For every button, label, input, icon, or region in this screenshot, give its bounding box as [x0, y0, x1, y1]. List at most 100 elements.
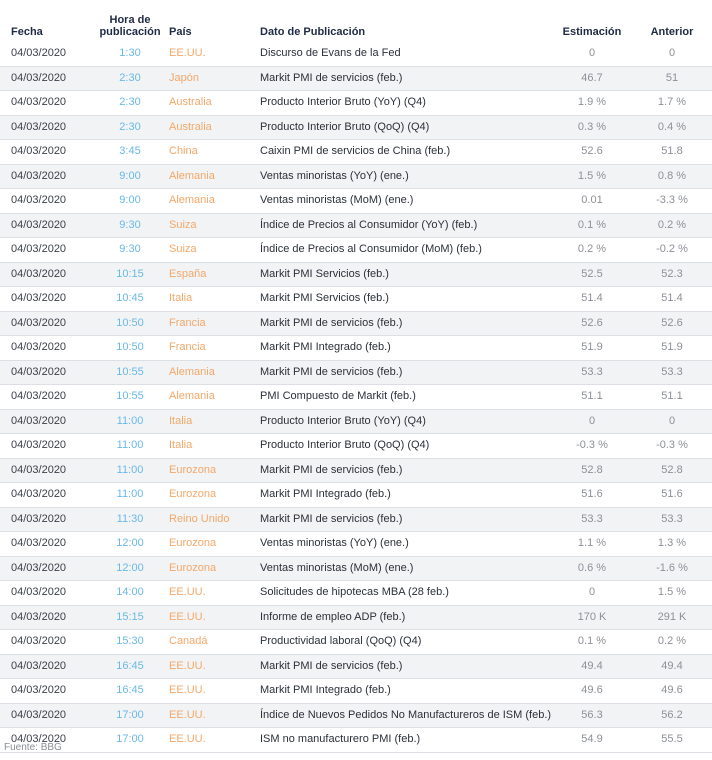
cell-previous: -1.6 % [632, 556, 712, 581]
cell-date: 04/03/2020 [0, 66, 93, 91]
cell-estimate: 0 [552, 409, 632, 434]
cell-date: 04/03/2020 [0, 42, 93, 67]
header-time-line1: Hora de [109, 14, 151, 26]
cell-country: Alemania [167, 384, 260, 410]
cell-event: Producto Interior Bruto (YoY) (Q4) [260, 409, 552, 434]
cell-estimate: -0.3 % [552, 433, 632, 459]
cell-time: 15:30 [93, 629, 167, 655]
table-row: 04/03/2020 12:00 Eurozona Ventas minoristas… [0, 556, 712, 581]
cell-country: Francia [167, 311, 260, 336]
table-row: 04/03/2020 10:55 Alemania Markit PMI de ser… [0, 360, 712, 385]
cell-date: 04/03/2020 [0, 409, 93, 434]
cell-country: Italia [167, 409, 260, 434]
cell-event: Markit PMI de servicios (feb.) [260, 654, 552, 679]
table-row: 04/03/2020 17:00 EE.UU. Índice de Nuevos Pe… [0, 703, 712, 728]
cell-country: Australia [167, 90, 260, 116]
cell-estimate: 49.6 [552, 678, 632, 704]
cell-time: 11:30 [93, 507, 167, 532]
cell-country: Italia [167, 286, 260, 312]
cell-event: Ventas minoristas (YoY) (ene.) [260, 164, 552, 189]
cell-country: Eurozona [167, 482, 260, 508]
cell-previous: 49.4 [632, 654, 712, 679]
cell-date: 04/03/2020 [0, 384, 93, 410]
cell-event: Markit PMI de servicios (feb.) [260, 311, 552, 336]
cell-date: 04/03/2020 [0, 311, 93, 336]
table-row: 04/03/2020 12:00 Eurozona Ventas minoristas… [0, 531, 712, 557]
cell-previous: 1.7 % [632, 90, 712, 116]
table-row: 04/03/2020 9:00 Alemania Ventas minoristas … [0, 188, 712, 214]
cell-estimate: 0.01 [552, 188, 632, 214]
cell-estimate: 0.6 % [552, 556, 632, 581]
cell-previous: 52.6 [632, 311, 712, 336]
table-row: 04/03/2020 1:30 EE.UU. Discurso de Evans de… [0, 42, 712, 67]
cell-previous: -0.2 % [632, 237, 712, 263]
cell-previous: 0.2 % [632, 213, 712, 238]
cell-date: 04/03/2020 [0, 482, 93, 508]
cell-estimate: 0.2 % [552, 237, 632, 263]
cell-time: 16:45 [93, 654, 167, 679]
cell-estimate: 56.3 [552, 703, 632, 728]
cell-time: 10:15 [93, 262, 167, 287]
cell-date: 04/03/2020 [0, 286, 93, 312]
table-row: 04/03/2020 10:50 Francia Markit PMI de serv… [0, 311, 712, 336]
cell-previous: 51.1 [632, 384, 712, 410]
cell-country: Japón [167, 66, 260, 91]
cell-estimate: 1.5 % [552, 164, 632, 189]
cell-estimate: 0.1 % [552, 629, 632, 655]
cell-previous: 1.5 % [632, 580, 712, 606]
economic-calendar: Fecha Hora de publicación País Dato de P… [0, 0, 712, 753]
cell-previous: 55.5 [632, 727, 712, 753]
cell-estimate: 170 K [552, 605, 632, 630]
cell-time: 12:00 [93, 556, 167, 581]
table-row: 04/03/2020 10:15 España Markit PMI Servicio… [0, 262, 712, 287]
cell-date: 04/03/2020 [0, 360, 93, 385]
cell-time: 9:30 [93, 213, 167, 238]
cell-time: 15:15 [93, 605, 167, 630]
cell-time: 16:45 [93, 678, 167, 704]
cell-time: 14:00 [93, 580, 167, 606]
header-event: Dato de Publicación [260, 26, 366, 38]
table-row: 04/03/2020 15:15 EE.UU. Informe de empleo A… [0, 605, 712, 630]
cell-time: 11:00 [93, 482, 167, 508]
cell-estimate: 51.1 [552, 384, 632, 410]
cell-time: 10:50 [93, 311, 167, 336]
cell-date: 04/03/2020 [0, 678, 93, 704]
cell-country: Francia [167, 335, 260, 361]
table-row: 04/03/2020 11:00 Eurozona Markit PMI Integr… [0, 482, 712, 508]
cell-estimate: 52.8 [552, 458, 632, 483]
cell-estimate: 53.3 [552, 360, 632, 385]
table-row: 04/03/2020 15:30 Canadá Productividad labor… [0, 629, 712, 655]
cell-date: 04/03/2020 [0, 556, 93, 581]
table-row: 04/03/2020 16:45 EE.UU. Markit PMI de servi… [0, 654, 712, 679]
cell-estimate: 0 [552, 42, 632, 67]
cell-time: 10:50 [93, 335, 167, 361]
cell-time: 10:55 [93, 360, 167, 385]
cell-event: Caixin PMI de servicios de China (feb.) [260, 139, 552, 165]
cell-country: EE.UU. [167, 654, 260, 679]
cell-event: Markit PMI de servicios (feb.) [260, 66, 552, 91]
cell-previous: 51 [632, 66, 712, 91]
cell-date: 04/03/2020 [0, 605, 93, 630]
table-row: 04/03/2020 11:00 Eurozona Markit PMI de ser… [0, 458, 712, 483]
cell-date: 04/03/2020 [0, 262, 93, 287]
header-estimate: Estimación [562, 26, 622, 38]
cell-date: 04/03/2020 [0, 629, 93, 655]
cell-event: Ventas minoristas (MoM) (ene.) [260, 188, 552, 214]
cell-estimate: 54.9 [552, 727, 632, 753]
cell-date: 04/03/2020 [0, 580, 93, 606]
cell-event: Ventas minoristas (MoM) (ene.) [260, 556, 552, 581]
cell-country: Suiza [167, 237, 260, 263]
cell-time: 11:00 [93, 409, 167, 434]
cell-event: Informe de empleo ADP (feb.) [260, 605, 552, 630]
cell-time: 9:30 [93, 237, 167, 263]
table-row: 04/03/2020 16:45 EE.UU. Markit PMI Integrad… [0, 678, 712, 704]
cell-date: 04/03/2020 [0, 139, 93, 165]
cell-country: Canadá [167, 629, 260, 655]
cell-previous: 51.9 [632, 335, 712, 361]
cell-event: Índice de Nuevos Pedidos No Manufacturer… [260, 703, 552, 728]
cell-event: ISM no manufacturero PMI (feb.) [260, 727, 552, 753]
cell-estimate: 52.6 [552, 139, 632, 165]
cell-event: Producto Interior Bruto (YoY) (Q4) [260, 90, 552, 116]
source-note: Fuente: BBG [4, 742, 62, 753]
cell-country: EE.UU. [167, 727, 260, 753]
